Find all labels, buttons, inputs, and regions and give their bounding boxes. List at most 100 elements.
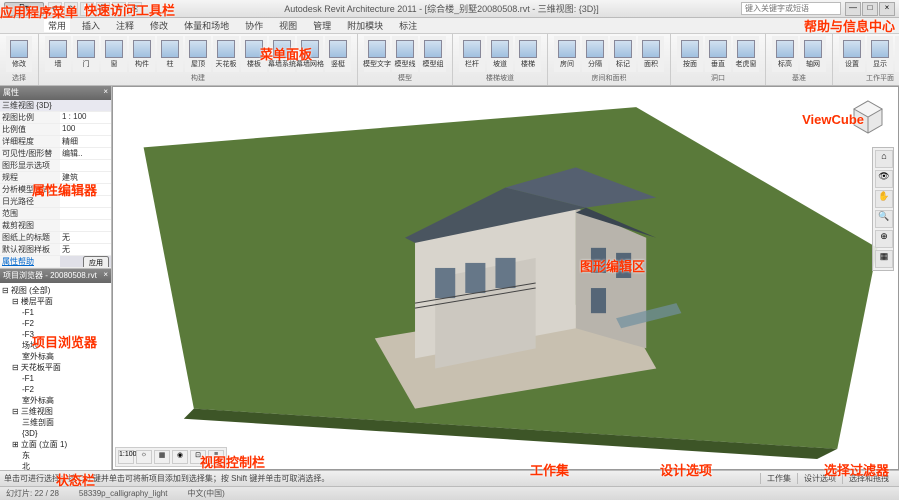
nav-button[interactable]: 👁 — [875, 170, 893, 188]
tree-item[interactable]: 三维剖面 — [2, 417, 109, 428]
property-value[interactable]: 建筑 — [60, 172, 111, 183]
ribbon-button-col[interactable]: 柱 — [157, 36, 183, 72]
qat-button[interactable]: ↷ — [64, 2, 78, 16]
close-button[interactable]: × — [879, 2, 895, 16]
browser-title[interactable]: 项目浏览器 - 20080508.rvt× — [0, 269, 111, 283]
ribbon-button-set[interactable]: 设置 — [839, 36, 865, 72]
property-row[interactable]: 图纸上的标题无 — [0, 232, 111, 244]
ribbon-tab[interactable]: 协作 — [241, 19, 267, 32]
ribbon-tab[interactable]: 插入 — [78, 19, 104, 32]
ribbon-button-sel[interactable]: 修改 — [6, 36, 32, 72]
ribbon-button-comp[interactable]: 构件 — [129, 36, 155, 72]
ribbon-tab[interactable]: 常用 — [44, 19, 70, 32]
property-value[interactable]: 无 — [60, 232, 111, 243]
ribbon-button-area[interactable]: 面积 — [638, 36, 664, 72]
props-help-link[interactable]: 属性帮助 — [0, 256, 60, 267]
apply-button[interactable]: 应用 — [83, 256, 109, 267]
tree-item[interactable]: ⊟ 三维视图 — [2, 406, 109, 417]
ribbon-button-ref[interactable]: 参照 — [895, 36, 899, 72]
view-control-button[interactable]: ≡ — [208, 450, 224, 464]
property-value[interactable] — [60, 220, 111, 231]
qat-button[interactable]: 🖨 — [96, 2, 110, 16]
property-value[interactable]: 100 — [60, 124, 111, 135]
ribbon-tab[interactable]: 体量和场地 — [180, 19, 233, 32]
tree-item[interactable]: 东 — [2, 450, 109, 461]
ribbon-tab[interactable]: 注释 — [112, 19, 138, 32]
ribbon-tab[interactable]: 标注 — [395, 19, 421, 32]
property-value[interactable]: 无 — [60, 244, 111, 255]
tree-item[interactable]: 北 — [2, 461, 109, 470]
property-value[interactable] — [60, 160, 111, 171]
property-row[interactable]: 规程建筑 — [0, 172, 111, 184]
view-cube[interactable] — [848, 97, 888, 137]
tree-item[interactable]: -F2 — [2, 318, 109, 329]
ribbon-button-text[interactable]: 模型文字 — [364, 36, 390, 72]
ribbon-button-tag[interactable]: 标记 — [610, 36, 636, 72]
nav-button[interactable]: ▦ — [875, 250, 893, 268]
nav-button[interactable]: ✋ — [875, 190, 893, 208]
tree-item[interactable]: -F1 — [2, 373, 109, 384]
property-value[interactable] — [60, 184, 111, 195]
ribbon-button-rail[interactable]: 栏杆 — [459, 36, 485, 72]
ribbon-button-mull[interactable]: 竖梃 — [325, 36, 351, 72]
ribbon-button-line[interactable]: 模型线 — [392, 36, 418, 72]
app-menu-button[interactable]: R▾ — [4, 2, 44, 16]
minimize-button[interactable]: — — [845, 2, 861, 16]
ribbon-button-curt[interactable]: 幕墙系统 — [269, 36, 295, 72]
property-row[interactable]: 比例值100 — [0, 124, 111, 136]
ribbon-tab[interactable]: 修改 — [146, 19, 172, 32]
property-row[interactable]: 范围 — [0, 208, 111, 220]
ribbon-button-dorm[interactable]: 老虎窗 — [733, 36, 759, 72]
nav-button[interactable]: ⊕ — [875, 230, 893, 248]
ribbon-button-lvl[interactable]: 标高 — [772, 36, 798, 72]
ribbon-button-grp[interactable]: 模型组 — [420, 36, 446, 72]
tree-item[interactable]: -F1 — [2, 307, 109, 318]
view-control-button[interactable]: ◉ — [172, 450, 188, 464]
model-canvas[interactable] — [113, 87, 898, 469]
ribbon-button-roof[interactable]: 屋顶 — [185, 36, 211, 72]
ribbon-button-grid[interactable]: 幕墙网格 — [297, 36, 323, 72]
ribbon-button-win[interactable]: 窗 — [101, 36, 127, 72]
view-control-button[interactable]: ⊡ — [190, 450, 206, 464]
tree-item[interactable]: -F2 — [2, 384, 109, 395]
property-value[interactable] — [60, 196, 111, 207]
browser-tree[interactable]: ⊟ 视图 (全部)⊟ 楼层平面-F1-F2-F3场地室外标高⊟ 天花板平面-F1… — [0, 283, 111, 470]
qat-button[interactable]: ↶ — [48, 2, 62, 16]
ribbon-tab[interactable]: 附加模块 — [343, 19, 387, 32]
workset-button[interactable]: 工作集 — [760, 473, 797, 484]
drawing-viewport[interactable]: ⌂👁✋🔍⊕▦ 1:100☼▦◉⊡≡ — [112, 86, 899, 470]
tree-item[interactable]: ⊟ 视图 (全部) — [2, 285, 109, 296]
close-icon[interactable]: × — [103, 270, 108, 282]
ribbon-tab[interactable]: 视图 — [275, 19, 301, 32]
property-row[interactable]: 图形显示选项 — [0, 160, 111, 172]
ribbon-tab[interactable]: 管理 — [309, 19, 335, 32]
qat-button[interactable]: ⎘ — [128, 2, 142, 16]
property-row[interactable]: 可见性/图形替换编辑.. — [0, 148, 111, 160]
ribbon-button-ramp[interactable]: 坡道 — [487, 36, 513, 72]
property-row[interactable]: 日光路径 — [0, 196, 111, 208]
tree-item[interactable]: 室外标高 — [2, 395, 109, 406]
tree-item[interactable]: 场地 — [2, 340, 109, 351]
ribbon-button-vert[interactable]: 垂直 — [705, 36, 731, 72]
properties-title[interactable]: 属性× — [0, 86, 111, 100]
property-row[interactable]: 详细程度精细 — [0, 136, 111, 148]
help-search-input[interactable] — [741, 2, 841, 15]
tree-item[interactable]: {3D} — [2, 428, 109, 439]
tree-item[interactable]: ⊟ 楼层平面 — [2, 296, 109, 307]
ribbon-button-floor[interactable]: 楼板 — [241, 36, 267, 72]
ribbon-button-stair[interactable]: 楼梯 — [515, 36, 541, 72]
selection-filter-button[interactable]: 选择和拖拽 — [842, 473, 895, 484]
nav-button[interactable]: 🔍 — [875, 210, 893, 228]
property-row[interactable]: 默认视图样板无 — [0, 244, 111, 256]
close-icon[interactable]: × — [103, 87, 108, 99]
tree-item[interactable]: 室外标高 — [2, 351, 109, 362]
property-value[interactable]: 精细 — [60, 136, 111, 147]
ribbon-button-sep[interactable]: 分隔 — [582, 36, 608, 72]
property-value[interactable]: 编辑.. — [60, 148, 111, 159]
view-control-button[interactable]: ☼ — [136, 450, 152, 464]
ribbon-button-axis[interactable]: 轴网 — [800, 36, 826, 72]
view-control-button[interactable]: 1:100 — [118, 450, 134, 464]
qat-button[interactable]: ✂ — [112, 2, 126, 16]
property-row[interactable]: 裁剪视图 — [0, 220, 111, 232]
nav-button[interactable]: ⌂ — [875, 150, 893, 168]
